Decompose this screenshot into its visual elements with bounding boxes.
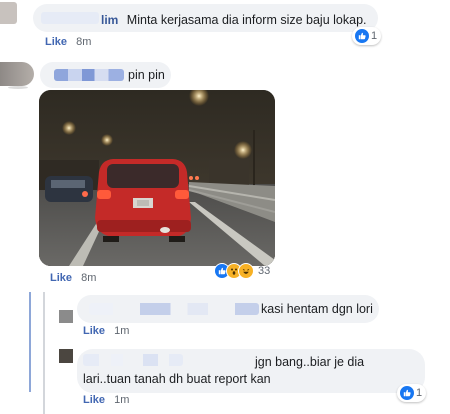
reply-thread-line [43, 292, 45, 414]
reaction-summary[interactable]: 33 [212, 262, 274, 280]
replier-avatar[interactable] [59, 310, 73, 323]
reaction-count: 1 [416, 387, 423, 399]
reply-text-line-2: lari..tuan tanah dh buat report kan [83, 372, 271, 386]
comment-bubble: pin pin [40, 62, 171, 88]
reply-bubble: kasi hentam dgn lori [77, 295, 379, 323]
blurred-author-name[interactable] [41, 12, 99, 24]
reply-actions: Like 1m [83, 325, 129, 337]
like-button[interactable]: Like [83, 325, 105, 337]
avatar-shadow [8, 86, 28, 89]
reply-thread-line [29, 292, 31, 392]
blurred-author-name[interactable] [89, 303, 259, 315]
commenter-avatar[interactable] [0, 62, 34, 86]
like-button[interactable]: Like [45, 36, 67, 48]
replier-avatar[interactable] [59, 349, 73, 363]
reply-bubble: jgn bang..biar je dia lari..tuan tanah d… [77, 349, 425, 393]
reaction-count: 33 [258, 265, 271, 277]
night-road-photo [39, 90, 275, 266]
comment-time[interactable]: 8m [76, 36, 91, 48]
reaction-summary[interactable]: 1 [397, 384, 427, 402]
haha-reaction-icon [238, 263, 254, 279]
reply-time[interactable]: 1m [114, 394, 129, 406]
blurred-author-name[interactable] [83, 354, 183, 366]
comment-text: pin pin [128, 68, 165, 82]
reaction-summary[interactable]: 1 [352, 27, 382, 45]
comment-bubble: lim Minta kerjasama dia inform size baju… [33, 4, 378, 32]
reaction-count: 1 [371, 30, 378, 42]
reply-text-line-1: jgn bang..biar je dia [255, 355, 365, 369]
blurred-author-name[interactable] [54, 69, 124, 81]
comment-text: Minta kerjasama dia inform size baju lok… [126, 13, 367, 27]
comment-time[interactable]: 8m [81, 272, 96, 284]
comment-photo[interactable] [39, 90, 275, 266]
like-button[interactable]: Like [83, 394, 105, 406]
reply-time[interactable]: 1m [114, 325, 129, 337]
reply-text: kasi hentam dgn lori [261, 302, 373, 316]
comment-actions: Like 8m [45, 36, 91, 48]
like-reaction-icon [399, 385, 415, 401]
author-name-fragment[interactable]: lim [101, 13, 118, 27]
reply-actions: Like 1m [83, 394, 129, 406]
like-reaction-icon [354, 28, 370, 44]
like-button[interactable]: Like [50, 272, 72, 284]
commenter-avatar[interactable] [0, 2, 17, 24]
comment-actions: Like 8m [50, 272, 96, 284]
